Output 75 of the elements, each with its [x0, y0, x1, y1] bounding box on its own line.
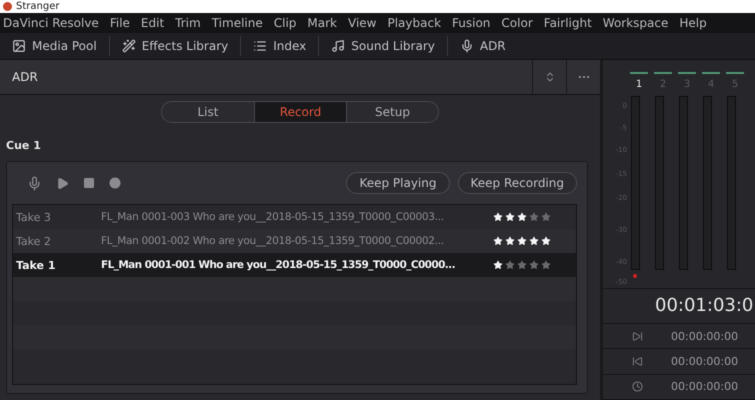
star-icon: [529, 236, 539, 246]
star-icon: [541, 236, 551, 246]
menu-item[interactable]: Mark: [307, 16, 337, 30]
image-icon: [12, 39, 26, 53]
take-name: Take 1: [15, 258, 56, 272]
channel-indicator: [726, 72, 744, 74]
star-icon: [541, 260, 551, 270]
menu-item[interactable]: View: [348, 16, 376, 30]
list-icon: [253, 39, 268, 53]
cue-label: Cue 1: [5, 138, 42, 152]
channel-indicator: [678, 72, 696, 74]
menu-item[interactable]: Workspace: [602, 16, 668, 30]
panel-title: ADR: [11, 70, 39, 84]
marker-time: 00:00:00:00: [671, 380, 738, 394]
toolbar-button[interactable]: Media Pool: [0, 36, 110, 56]
menu-item[interactable]: Trim: [175, 16, 201, 30]
toolbar-button[interactable]: Index: [241, 36, 320, 56]
star-icon: [493, 236, 503, 246]
marker-time: 00:00:00:00: [671, 354, 738, 368]
channel-indicator: [630, 72, 648, 74]
star-icon: [505, 260, 515, 270]
file-name: FL_Man 0001-001 Who are you__2018-05-15_1359_T0000_C0000...: [101, 259, 456, 271]
star-icon: [529, 260, 539, 270]
menu-item[interactable]: Fairlight: [544, 16, 592, 30]
star-icon: [505, 236, 515, 246]
star-icon: [517, 236, 527, 246]
file-name: FL_Man 0001-003 Who are you__2018-05-15_1359_T0000_C00003...: [101, 211, 445, 223]
toolbar-button[interactable]: ADR: [448, 36, 518, 56]
tab[interactable]: Setup: [346, 102, 438, 122]
take-row[interactable]: Take 2 FL_Man 0001-002 Who are you__2018-05-15_1359_T0000_C00002...: [13, 229, 576, 253]
play-icon[interactable]: [56, 176, 69, 190]
channel-indicator: [654, 72, 672, 74]
file-name: FL_Man 0001-002 Who are you__2018-05-15_1359_T0000_C00002...: [101, 235, 445, 247]
record-icon[interactable]: [109, 177, 121, 189]
menu-item[interactable]: DaVinci Resolve: [3, 16, 99, 30]
take-name: Take 2: [15, 234, 52, 248]
clock-icon: [632, 381, 642, 392]
take-name: Take 3: [15, 210, 52, 224]
music-note-icon: [331, 39, 346, 53]
menu-item[interactable]: Clip: [274, 16, 296, 30]
tab[interactable]: Record: [254, 102, 346, 122]
star-icon: [517, 212, 527, 222]
menu-item[interactable]: Help: [679, 16, 707, 30]
toggle-button[interactable]: Keep Playing: [346, 172, 450, 194]
star-icon: [505, 212, 515, 222]
skip-forward-icon: [632, 330, 642, 342]
menu-item[interactable]: Color: [501, 16, 533, 30]
microphone-icon: [460, 39, 474, 53]
menu-item[interactable]: Edit: [140, 16, 164, 30]
toolbar-button[interactable]: Sound Library: [319, 36, 448, 56]
stop-icon[interactable]: [83, 177, 95, 189]
menu-item[interactable]: Fusion: [452, 16, 490, 30]
star-icon: [529, 212, 539, 222]
menu-item[interactable]: File: [110, 16, 130, 30]
star-rating[interactable]: [493, 260, 551, 270]
take-row[interactable]: Take 1 FL_Man 0001-001 Who are you__2018-05-15_1359_T0000_C0000...: [13, 253, 576, 277]
app-logo-icon: [3, 2, 12, 11]
menu-item[interactable]: Timeline: [212, 16, 263, 30]
star-icon: [541, 212, 551, 222]
menu-item[interactable]: Playback: [387, 16, 442, 30]
channel-number[interactable]: 1: [636, 79, 642, 90]
channel-indicator: [702, 72, 720, 74]
timecode: 00:01:03:0: [603, 289, 755, 324]
skip-back-icon: [632, 356, 642, 367]
star-rating[interactable]: [493, 212, 551, 222]
star-rating[interactable]: [493, 236, 551, 246]
star-icon: [517, 260, 527, 270]
toolbar-button[interactable]: Effects Library: [110, 36, 242, 56]
star-icon: [493, 260, 503, 270]
magic-wand-icon: [122, 39, 136, 53]
microphone-icon[interactable]: [27, 176, 42, 190]
star-icon: [493, 212, 503, 222]
marker-time: 00:00:00:00: [671, 330, 738, 343]
window-title: Stranger: [16, 2, 60, 12]
toggle-button[interactable]: Keep Recording: [458, 172, 577, 194]
